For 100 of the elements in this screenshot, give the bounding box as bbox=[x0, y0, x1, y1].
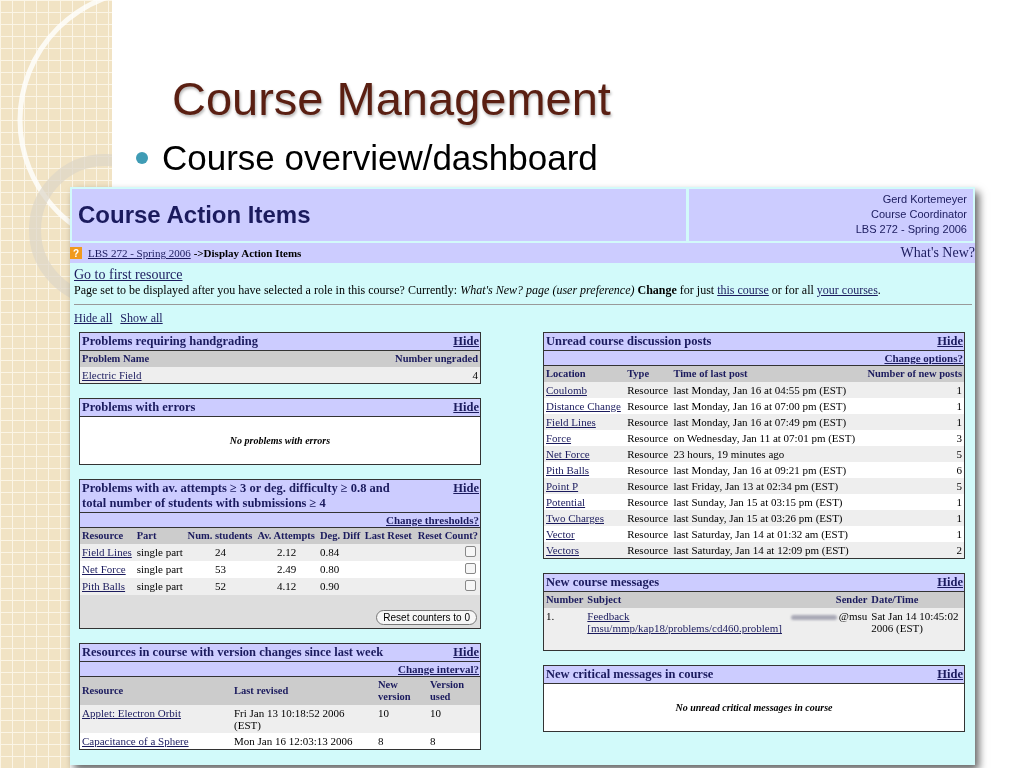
panel-title: Problems requiring handgrading bbox=[82, 334, 258, 349]
table-cell: on Wednesday, Jan 11 at 07:01 pm (EST) bbox=[671, 430, 863, 446]
table-cell: Resource bbox=[625, 414, 672, 430]
table-cell: Resource bbox=[625, 446, 672, 462]
table-cell: single part bbox=[134, 544, 186, 561]
user-info-line: Gerd Kortemeyer bbox=[881, 192, 967, 207]
table-cell: Resource bbox=[625, 478, 672, 494]
hide-link[interactable]: Hide bbox=[937, 667, 963, 682]
table-cell: single part bbox=[134, 578, 186, 595]
table-cell: 1 bbox=[862, 398, 964, 414]
hide-link[interactable]: Hide bbox=[453, 645, 479, 660]
options-link[interactable]: Change thresholds? bbox=[386, 514, 479, 526]
redacted-name bbox=[790, 614, 837, 620]
checkbox[interactable] bbox=[465, 546, 476, 557]
table-cell: last Saturday, Jan 14 at 12:09 pm (EST) bbox=[671, 542, 863, 558]
resource-link[interactable]: Feedback [msu/mmp/kap18/problems/cd460.problem] bbox=[587, 610, 787, 634]
table-cell: 3 bbox=[862, 430, 964, 446]
table-cell: last Monday, Jan 16 at 09:21 pm (EST) bbox=[671, 462, 863, 478]
resource-link[interactable]: Net Force bbox=[546, 448, 590, 460]
reset-button[interactable]: Reset counters to 0 bbox=[376, 610, 477, 625]
column-header: Resource bbox=[80, 528, 135, 544]
column-header: Number bbox=[544, 592, 586, 608]
hide-link[interactable]: Hide bbox=[453, 334, 479, 349]
table-cell: Resource bbox=[625, 510, 672, 526]
table-cell: 1 bbox=[862, 382, 964, 398]
checkbox[interactable] bbox=[465, 563, 476, 574]
resource-link[interactable]: Pith Balls bbox=[82, 580, 126, 592]
column-header: Av. Attempts bbox=[255, 528, 318, 544]
page-name: What's New? bbox=[900, 245, 975, 261]
hide-link[interactable]: Hide bbox=[937, 575, 963, 590]
table-cell: Resource bbox=[625, 430, 672, 446]
course-link[interactable]: this course bbox=[717, 283, 769, 297]
table-cell: 1 bbox=[862, 510, 964, 526]
table-cell: 8 bbox=[428, 733, 480, 749]
resource-link[interactable]: Vectors bbox=[546, 544, 579, 556]
table-cell: 10 bbox=[376, 705, 428, 733]
resource-link[interactable]: Applet: Electron Orbit bbox=[82, 707, 181, 719]
slide-title: Course Management bbox=[172, 71, 612, 127]
table-cell: 1 bbox=[862, 414, 964, 430]
table-cell: Resource bbox=[625, 526, 672, 542]
resource-link[interactable]: Electric Field bbox=[82, 369, 142, 381]
table-cell: 53 bbox=[185, 561, 256, 578]
table-cell: last Friday, Jan 13 at 02:34 pm (EST) bbox=[671, 478, 863, 494]
checkbox[interactable] bbox=[465, 580, 476, 591]
resource-link[interactable]: Coulomb bbox=[546, 384, 587, 396]
panel-title: New course messages bbox=[546, 575, 660, 590]
table-cell: last Sunday, Jan 15 at 03:15 pm (EST) bbox=[671, 494, 863, 510]
column-header: Resource bbox=[80, 677, 232, 705]
preference-text: Page set to be displayed after you have selected a role in this course? Currently: What's New? page (user preference) Change for just this course or for all your courses. bbox=[74, 283, 882, 298]
panel-title: Unread course discussion posts bbox=[546, 334, 712, 349]
table-cell: Resource bbox=[625, 398, 672, 414]
table-cell: 5 bbox=[862, 446, 964, 462]
column-header: Part bbox=[134, 528, 186, 544]
table-cell: 8 bbox=[376, 733, 428, 749]
empty-message: No unread critical messages in course bbox=[675, 702, 833, 713]
column-header: Number of new posts bbox=[862, 366, 964, 382]
table-cell: last Monday, Jan 16 at 07:00 pm (EST) bbox=[671, 398, 863, 414]
user-info-line: Course Coordinator bbox=[870, 207, 967, 222]
breadcrumb-current: ->Display Action Items bbox=[193, 247, 302, 259]
table-cell: Fri Jan 13 10:18:52 2006 (EST) bbox=[232, 705, 376, 733]
table-cell: last Monday, Jan 16 at 07:49 pm (EST) bbox=[671, 414, 863, 430]
table-cell: 0.80 bbox=[317, 561, 363, 578]
table-cell: 10 bbox=[428, 705, 480, 733]
column-header: Deg. Diff bbox=[317, 528, 363, 544]
table-cell: Sat Jan 14 10:45:02 2006 (EST) bbox=[869, 608, 964, 636]
hide-link[interactable]: Hide bbox=[453, 400, 479, 415]
column-header: Sender bbox=[788, 592, 870, 608]
panel-title: Resources in course with version changes since last week bbox=[82, 645, 384, 660]
table-cell: 5 bbox=[862, 478, 964, 494]
column-header: Subject bbox=[585, 592, 789, 608]
panel-title: Problems with errors bbox=[82, 400, 196, 415]
resource-link[interactable]: Point P bbox=[546, 480, 579, 492]
table-cell: Resource bbox=[625, 382, 672, 398]
column-header: Reset Count? bbox=[414, 528, 480, 544]
view-link[interactable]: Hide all bbox=[74, 311, 113, 326]
table-cell: 23 hours, 19 minutes ago bbox=[671, 446, 863, 462]
user-info-line: LBS 272 - Spring 2006 bbox=[854, 222, 967, 237]
table-cell: Resource bbox=[625, 494, 672, 510]
table-cell: last Saturday, Jan 14 at 01:32 am (EST) bbox=[671, 526, 863, 542]
breadcrumb-link[interactable]: LBS 272 - Spring 2006 bbox=[88, 247, 191, 259]
table-cell: 2.12 bbox=[255, 544, 318, 561]
column-header: Problem Name bbox=[80, 351, 261, 367]
table-cell: 2.49 bbox=[255, 561, 318, 578]
first-resource-link[interactable]: Go to first resource bbox=[74, 267, 183, 283]
options-link[interactable]: Change interval? bbox=[398, 663, 479, 675]
panel-title: Problems with av. attempts ≥ 3 or deg. difficulty ≥ 0.8 and total number of students with submissions ≥ 4 bbox=[82, 481, 391, 511]
column-header: Location bbox=[544, 366, 626, 382]
sender-text: @msu bbox=[838, 610, 868, 622]
table-cell: 24 bbox=[185, 544, 256, 561]
panel-title: New critical messages in course bbox=[546, 667, 714, 682]
column-header: Type bbox=[625, 366, 672, 382]
options-link[interactable]: Change options? bbox=[884, 352, 963, 364]
hide-link[interactable]: Hide bbox=[453, 481, 479, 496]
column-header: Last Reset bbox=[362, 528, 415, 544]
table-cell: Mon Jan 16 12:03:13 2006 bbox=[232, 733, 376, 749]
table-cell: 1 bbox=[862, 526, 964, 542]
hide-link[interactable]: Hide bbox=[937, 334, 963, 349]
column-header: Num. students bbox=[185, 528, 256, 544]
view-link[interactable]: Show all bbox=[120, 311, 163, 326]
courses-link[interactable]: your courses bbox=[816, 283, 878, 297]
